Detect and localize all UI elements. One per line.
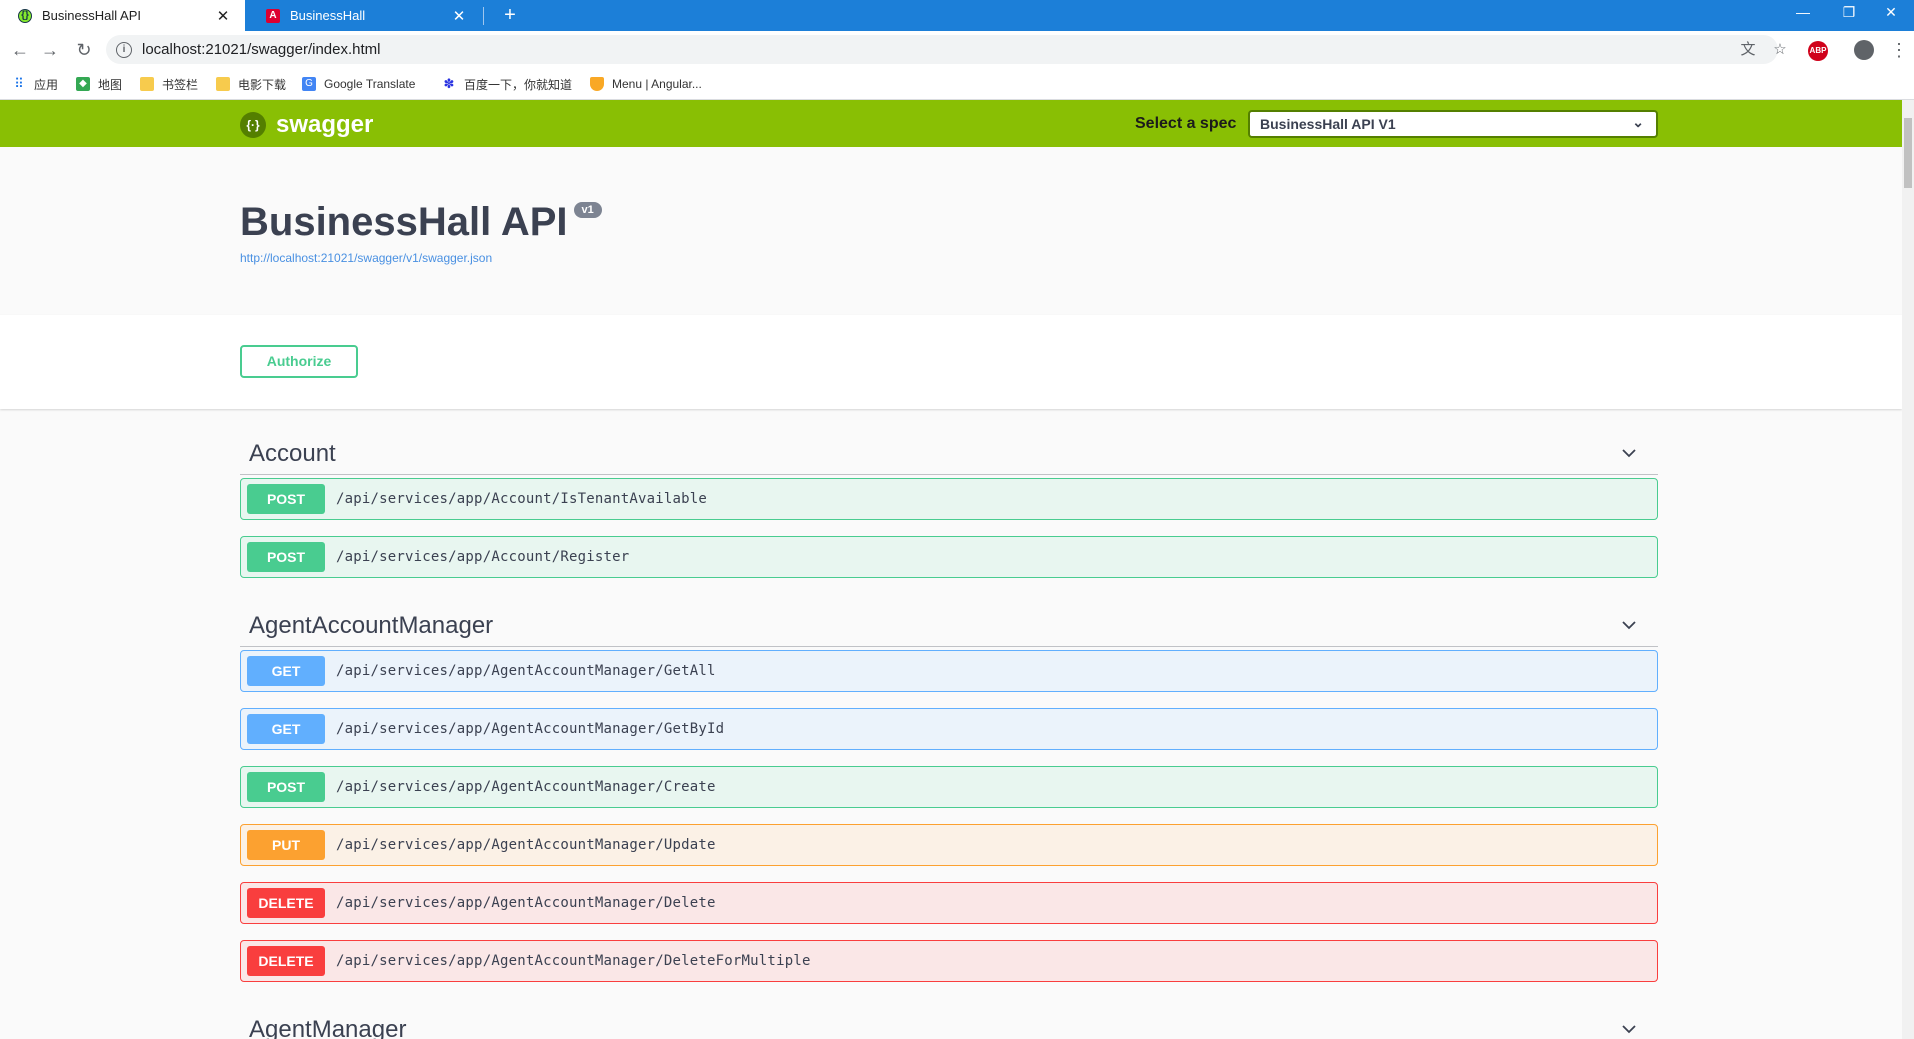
bookmarks-bar: ⠿ 应用 ◆ 地图 书签栏 电影下载 G Google Translate ✽ … bbox=[0, 68, 1914, 100]
method-badge: GET bbox=[247, 656, 325, 686]
profile-avatar-icon[interactable] bbox=[1854, 40, 1874, 60]
method-badge: GET bbox=[247, 714, 325, 744]
bookmark-label: Menu | Angular... bbox=[612, 77, 702, 91]
operation-put[interactable]: PUT/api/services/app/AgentAccountManager… bbox=[240, 824, 1658, 866]
operation-path: /api/services/app/Account/Register bbox=[336, 549, 630, 565]
method-badge: DELETE bbox=[247, 946, 325, 976]
chevron-down-icon[interactable] bbox=[1622, 446, 1636, 460]
browser-tab-strip: {} BusinessHall API ✕ A BusinessHall ✕ +… bbox=[0, 0, 1914, 31]
operation-post[interactable]: POST/api/services/app/Account/IsTenantAv… bbox=[240, 478, 1658, 520]
swagger-logo-text: swagger bbox=[276, 111, 374, 138]
tag-name: Account bbox=[249, 440, 336, 467]
new-tab-icon[interactable]: + bbox=[498, 3, 522, 27]
operation-path: /api/services/app/AgentAccountManager/De… bbox=[336, 895, 716, 911]
page-viewport: {·} swagger Select a spec BusinessHall A… bbox=[0, 100, 1902, 1039]
browser-toolbar: ← → ↻ i localhost:21021/swagger/index.ht… bbox=[0, 31, 1914, 68]
chevron-down-icon[interactable] bbox=[1622, 1022, 1636, 1036]
method-badge: DELETE bbox=[247, 888, 325, 918]
chevron-down-icon: ⌄ bbox=[1632, 114, 1644, 130]
scrollbar-thumb[interactable] bbox=[1904, 118, 1912, 188]
spec-url-link[interactable]: http://localhost:21021/swagger/v1/swagge… bbox=[240, 251, 492, 265]
close-icon[interactable]: ✕ bbox=[215, 7, 231, 25]
tag-section-header[interactable]: AgentManager bbox=[240, 1006, 1658, 1039]
bookmark-maps[interactable]: ◆ 地图 bbox=[76, 74, 122, 94]
address-bar[interactable]: i localhost:21021/swagger/index.html bbox=[106, 35, 1778, 64]
tag-section-header[interactable]: Account bbox=[240, 430, 1658, 475]
select-spec-label: Select a spec bbox=[1135, 115, 1237, 132]
operation-path: /api/services/app/AgentAccountManager/Cr… bbox=[336, 779, 716, 795]
back-icon[interactable]: ← bbox=[8, 38, 32, 62]
bookmark-label: 百度一下，你就知道 bbox=[464, 77, 573, 92]
tag-section-header[interactable]: AgentAccountManager bbox=[240, 602, 1658, 647]
operation-path: /api/services/app/AgentAccountManager/Up… bbox=[336, 837, 716, 853]
tab-title: BusinessHall bbox=[290, 8, 366, 23]
forward-icon[interactable]: → bbox=[38, 38, 62, 62]
angular-favicon-icon: A bbox=[266, 8, 280, 23]
bookmark-label: 应用 bbox=[34, 77, 59, 92]
scheme-container: Authorize bbox=[0, 315, 1902, 409]
bookmark-angular-menu[interactable]: Menu | Angular... bbox=[590, 74, 702, 94]
swagger-favicon-icon: {} bbox=[18, 8, 32, 23]
swagger-logo-icon: {·} bbox=[240, 112, 266, 138]
bookmark-folder-movies[interactable]: 电影下载 bbox=[216, 74, 286, 94]
operation-get[interactable]: GET/api/services/app/AgentAccountManager… bbox=[240, 650, 1658, 692]
operation-delete[interactable]: DELETE/api/services/app/AgentAccountMana… bbox=[240, 940, 1658, 982]
url-text: localhost:21021/swagger/index.html bbox=[142, 41, 381, 58]
tab-separator bbox=[483, 7, 484, 25]
operation-get[interactable]: GET/api/services/app/AgentAccountManager… bbox=[240, 708, 1658, 750]
tab-businesshall-api[interactable]: {} BusinessHall API ✕ bbox=[0, 0, 245, 31]
method-badge: PUT bbox=[247, 830, 325, 860]
swagger-logo[interactable]: {·} swagger bbox=[240, 111, 373, 139]
operation-delete[interactable]: DELETE/api/services/app/AgentAccountMana… bbox=[240, 882, 1658, 924]
bookmark-apps[interactable]: ⠿ 应用 bbox=[12, 74, 58, 94]
folder-icon bbox=[216, 77, 230, 91]
tab-title: BusinessHall API bbox=[42, 8, 141, 23]
baidu-paw-icon: ✽ bbox=[443, 76, 455, 91]
operation-path: /api/services/app/AgentAccountManager/De… bbox=[336, 953, 811, 969]
operation-path: /api/services/app/AgentAccountManager/Ge… bbox=[336, 663, 716, 679]
bookmark-google-translate[interactable]: G Google Translate bbox=[302, 74, 415, 94]
spec-select[interactable]: BusinessHall API V1 ⌄ bbox=[1248, 110, 1658, 138]
google-translate-icon: G bbox=[302, 77, 316, 91]
adblock-plus-icon[interactable]: ABP bbox=[1808, 41, 1828, 61]
reload-icon[interactable]: ↻ bbox=[72, 38, 96, 62]
close-icon[interactable]: ✕ bbox=[451, 7, 467, 25]
bookmark-label: Google Translate bbox=[324, 77, 416, 91]
bookmark-label: 电影下载 bbox=[238, 77, 287, 92]
bookmark-folder-bookmarks[interactable]: 书签栏 bbox=[140, 74, 198, 94]
window-close-icon[interactable]: ✕ bbox=[1868, 0, 1914, 26]
method-badge: POST bbox=[247, 542, 325, 572]
apps-grid-icon: ⠿ bbox=[14, 76, 24, 91]
api-title: BusinessHall API bbox=[240, 200, 568, 244]
bookmark-label: 书签栏 bbox=[162, 77, 199, 92]
method-badge: POST bbox=[247, 484, 325, 514]
page-scrollbar[interactable] bbox=[1902, 100, 1914, 1039]
api-title-row: BusinessHall API v1 bbox=[240, 200, 602, 245]
operation-path: /api/services/app/AgentAccountManager/Ge… bbox=[336, 721, 725, 737]
api-info: BusinessHall API v1 http://localhost:210… bbox=[0, 147, 1902, 315]
operation-post[interactable]: POST/api/services/app/Account/Register bbox=[240, 536, 1658, 578]
version-badge: v1 bbox=[573, 202, 602, 218]
method-badge: POST bbox=[247, 772, 325, 802]
translate-icon[interactable]: 文 bbox=[1737, 39, 1759, 61]
shield-icon bbox=[590, 77, 604, 91]
bookmark-label: 地图 bbox=[98, 77, 123, 92]
maps-icon: ◆ bbox=[76, 77, 90, 91]
bookmark-baidu[interactable]: ✽ 百度一下，你就知道 bbox=[442, 74, 572, 94]
minimize-icon[interactable]: — bbox=[1780, 0, 1826, 26]
operation-post[interactable]: POST/api/services/app/AgentAccountManage… bbox=[240, 766, 1658, 808]
tab-businesshall[interactable]: A BusinessHall ✕ bbox=[248, 0, 481, 31]
bookmark-star-icon[interactable]: ☆ bbox=[1769, 39, 1791, 61]
tag-name: AgentAccountManager bbox=[249, 612, 494, 639]
swagger-topbar: {·} swagger Select a spec BusinessHall A… bbox=[0, 100, 1902, 147]
tag-name: AgentManager bbox=[249, 1016, 407, 1039]
restore-icon[interactable]: ❐ bbox=[1826, 0, 1872, 26]
menu-kebab-icon[interactable]: ⋮ bbox=[1890, 38, 1908, 62]
chevron-down-icon[interactable] bbox=[1622, 618, 1636, 632]
authorize-button[interactable]: Authorize bbox=[240, 345, 358, 378]
spec-select-value: BusinessHall API V1 bbox=[1260, 116, 1396, 132]
info-icon[interactable]: i bbox=[116, 41, 132, 58]
operation-path: /api/services/app/Account/IsTenantAvaila… bbox=[336, 491, 708, 507]
folder-icon bbox=[140, 77, 154, 91]
